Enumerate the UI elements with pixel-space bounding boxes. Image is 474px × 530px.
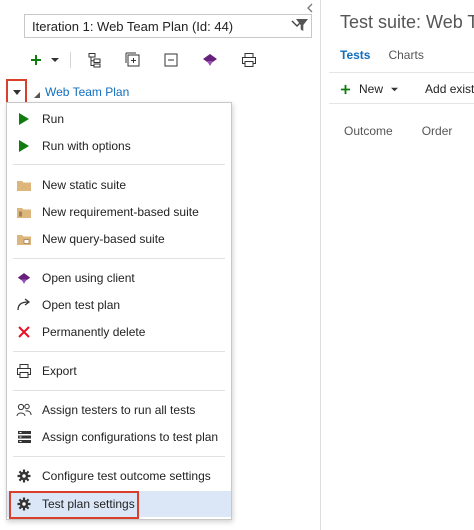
collapse-pane-icon[interactable] — [306, 2, 314, 16]
expand-icon — [125, 52, 140, 67]
new-test-button[interactable]: New — [340, 82, 399, 96]
gear-icon — [16, 469, 32, 483]
menu-separator — [13, 351, 225, 352]
menu-item-assign-configurations[interactable]: Assign configurations to test plan — [7, 424, 231, 450]
printer-icon — [242, 53, 256, 67]
run-options-icon — [16, 139, 32, 153]
tab-charts[interactable]: Charts — [388, 48, 423, 62]
menu-separator — [13, 456, 225, 457]
menu-item-label: Open test plan — [42, 298, 121, 312]
menu-item-label: Export — [42, 364, 77, 378]
iteration-select[interactable]: Iteration 1: Web Team Plan (Id: 44) — [24, 14, 312, 38]
menu-item-label: New query-based suite — [42, 232, 165, 246]
printer-icon — [16, 364, 32, 378]
add-existing-button[interactable]: Add existing — [425, 82, 474, 96]
tab-tests[interactable]: Tests — [340, 48, 370, 62]
menu-item-label: Configure test outcome settings — [42, 469, 211, 483]
menu-separator — [13, 258, 225, 259]
client-icon — [203, 54, 217, 66]
divider — [329, 72, 474, 73]
delete-x-icon — [16, 325, 32, 339]
context-menu: Run Run with options New static suite Ne… — [6, 102, 232, 520]
requirement-suite-icon — [16, 205, 32, 219]
right-pane: Test suite: Web Team Plan Tests Charts N… — [321, 0, 474, 530]
column-header-order[interactable]: Order — [422, 124, 453, 138]
menu-separator — [13, 390, 225, 391]
menu-item-open-test-plan[interactable]: Open test plan — [7, 292, 231, 318]
menu-item-label: Permanently delete — [42, 325, 146, 339]
tab-bar: Tests Charts — [340, 48, 424, 62]
caret-down-icon — [51, 58, 59, 62]
collapse-all-button[interactable] — [163, 49, 179, 71]
plus-icon — [340, 84, 351, 94]
open-client-button[interactable] — [201, 49, 219, 71]
divider — [329, 103, 474, 104]
grid-header: Outcome Order — [344, 124, 452, 138]
menu-item-label: Assign testers to run all tests — [42, 403, 196, 417]
menu-item-label: New requirement-based suite — [42, 205, 199, 219]
query-suite-icon — [16, 232, 32, 246]
testers-icon — [16, 403, 32, 417]
menu-item-export[interactable]: Export — [7, 358, 231, 384]
new-test-label: New — [359, 82, 384, 96]
filter-icon[interactable] — [295, 18, 309, 35]
caret-down-icon — [12, 89, 21, 95]
menu-item-label: New static suite — [42, 178, 127, 192]
menu-item-new-static-suite[interactable]: New static suite — [7, 172, 231, 198]
toolbar-separator — [70, 52, 71, 68]
client-icon — [16, 271, 32, 285]
configurations-icon — [16, 430, 32, 444]
menu-item-run[interactable]: Run — [7, 106, 231, 132]
static-suite-folder-icon — [16, 178, 32, 192]
plus-icon — [31, 55, 41, 65]
menu-item-new-requirement-suite[interactable]: New requirement-based suite — [7, 199, 231, 225]
menu-item-label: Run — [42, 112, 65, 126]
menu-item-new-query-suite[interactable]: New query-based suite — [7, 226, 231, 252]
collapse-icon — [164, 53, 178, 67]
hierarchy-icon — [88, 53, 101, 68]
menu-item-permanently-delete[interactable]: Permanently delete — [7, 319, 231, 345]
menu-item-label: Run with options — [42, 139, 131, 153]
tree-expand-caret-icon[interactable] — [34, 88, 41, 102]
menu-item-label: Assign configurations to test plan — [42, 430, 219, 444]
tests-toolbar: New Add existing — [340, 82, 474, 96]
print-button[interactable] — [241, 49, 257, 71]
menu-item-assign-testers[interactable]: Assign testers to run all tests — [7, 397, 231, 423]
page-title: Test suite: Web Team Plan — [340, 12, 474, 32]
run-icon — [16, 112, 32, 126]
tree-toolbar — [30, 48, 257, 72]
column-header-outcome[interactable]: Outcome — [344, 124, 393, 138]
open-arrow-icon — [16, 298, 32, 312]
tree-root-plan[interactable]: Web Team Plan — [45, 85, 129, 99]
menu-item-label: Open using client — [42, 271, 135, 285]
highlight-frame — [9, 491, 139, 519]
menu-item-run-with-options[interactable]: Run with options — [7, 133, 231, 159]
hierarchy-button[interactable] — [87, 49, 103, 71]
iteration-select-value: Iteration 1: Web Team Plan (Id: 44) — [32, 18, 234, 34]
left-pane: Iteration 1: Web Team Plan (Id: 44) Web … — [0, 0, 320, 530]
caret-down-icon — [391, 87, 399, 91]
menu-separator — [13, 164, 225, 165]
new-suite-button[interactable] — [30, 49, 60, 71]
menu-item-configure-outcome-settings[interactable]: Configure test outcome settings — [7, 463, 231, 489]
menu-item-open-using-client[interactable]: Open using client — [7, 265, 231, 291]
expand-all-button[interactable] — [125, 49, 141, 71]
